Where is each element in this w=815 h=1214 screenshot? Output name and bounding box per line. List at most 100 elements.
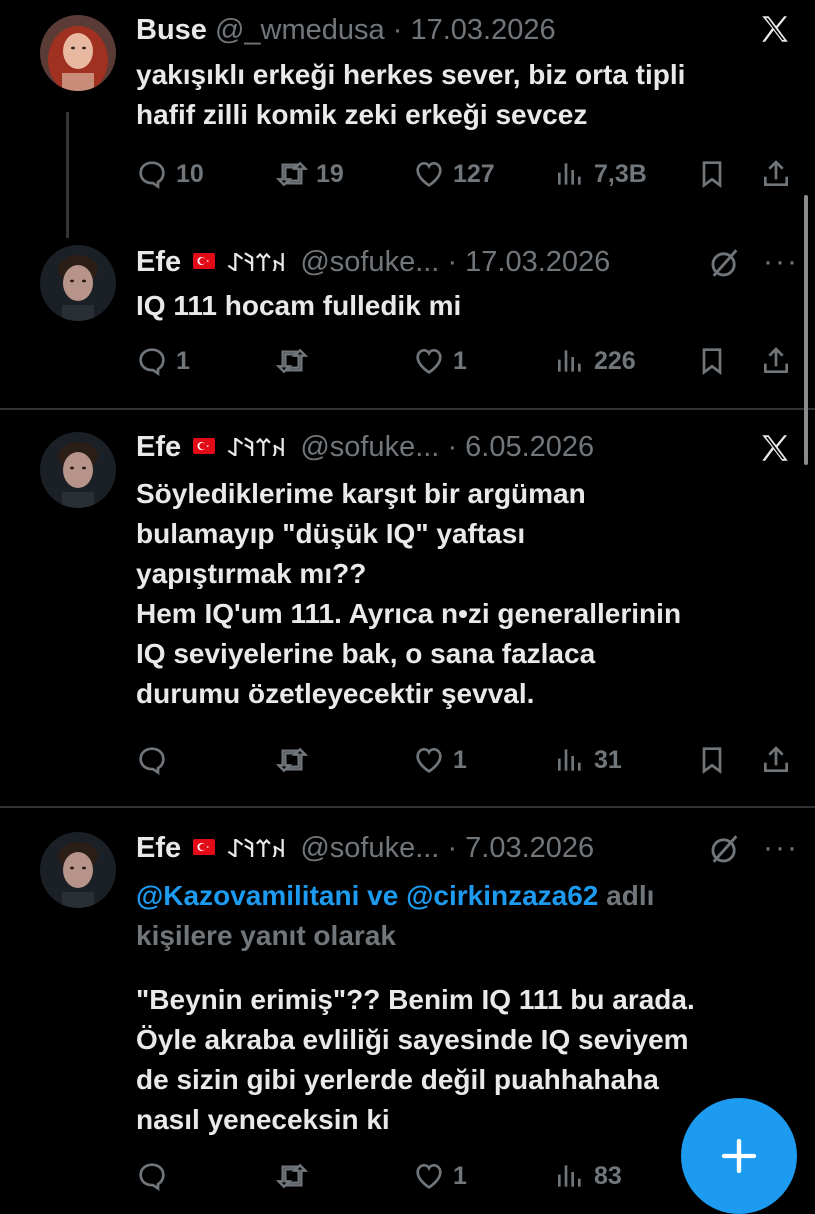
handle[interactable]: @_wmedusa	[215, 14, 385, 46]
tweet-text: Söylediklerime karşıt bir argüman bulama…	[136, 474, 681, 714]
share-button[interactable]	[760, 341, 800, 381]
views-icon	[558, 1165, 581, 1187]
tweet-text-line: de sizin gibi yerlerde değil puahhahaha	[136, 1064, 659, 1095]
like-button[interactable]: 1	[413, 341, 467, 381]
avatar-image	[40, 432, 116, 508]
like-button[interactable]: 1	[413, 740, 467, 780]
tweet-text-line: hafif zilli komik zeki erkeği sevcez	[136, 99, 588, 130]
mention-link[interactable]: @Kazovamilitani	[136, 880, 359, 911]
tweet-text-line: IQ 111 hocam fulledik mi	[136, 290, 462, 321]
handle[interactable]: @sofuke...	[300, 246, 439, 278]
display-name[interactable]: Efe	[136, 832, 181, 864]
bookmark-button[interactable]	[696, 740, 736, 780]
avatar[interactable]	[40, 432, 116, 508]
tweet-text: "Beynin erimiş"?? Benim IQ 111 bu arada.…	[136, 980, 695, 1140]
grok-icon[interactable]	[708, 832, 742, 866]
views-button[interactable]: 7,3B	[554, 154, 647, 194]
tweet-actions: 1 1 226	[136, 341, 796, 381]
bookmark-icon	[702, 348, 722, 375]
views-button[interactable]: 31	[554, 740, 622, 780]
tweet-text-line: yakışıklı erkeği herkes sever, biz orta …	[136, 59, 686, 90]
display-name[interactable]: Buse	[136, 14, 207, 46]
avatar[interactable]	[40, 832, 116, 908]
views-icon	[558, 163, 581, 185]
like-button[interactable]: 127	[413, 154, 495, 194]
heart-icon	[416, 1163, 442, 1189]
tweet-text: IQ 111 hocam fulledik mi	[136, 286, 461, 326]
handle[interactable]: @sofuke...	[300, 832, 439, 864]
reply-button[interactable]: 10	[136, 154, 204, 194]
plus-icon	[721, 1138, 757, 1174]
reply-context: @Kazovamilitani ve @cirkinzaza62 adlı ki…	[136, 876, 654, 956]
compose-button[interactable]	[681, 1098, 797, 1214]
share-icon	[764, 160, 788, 186]
reply-button[interactable]	[136, 1156, 176, 1196]
handle[interactable]: @sofuke...	[300, 431, 439, 463]
tweet-header: Efe 𐰴𐰼𐰚𐰀 @sofuke... · 6.05.2026	[136, 429, 594, 465]
scrollbar[interactable]	[804, 195, 808, 465]
more-options-icon[interactable]: ···	[763, 833, 799, 863]
separator: ·	[447, 431, 458, 463]
bookmark-button[interactable]	[696, 341, 736, 381]
tweet-text-line: nasıl yeneceksin ki	[136, 1104, 390, 1135]
grok-icon[interactable]	[708, 246, 742, 280]
retweet-icon	[276, 747, 308, 773]
tweet-header: Efe 𐰴𐰼𐰚𐰀 @sofuke... · 7.03.2026	[136, 830, 594, 866]
tweet-text-line: Öyle akraba evliliği sayesinde IQ seviye…	[136, 1024, 689, 1055]
avatar[interactable]	[40, 245, 116, 321]
display-name[interactable]: Efe	[136, 246, 181, 278]
tweet-2[interactable]: Efe 𐰴𐰼𐰚𐰀 @sofuke... · 17.03.2026 ··· IQ …	[0, 240, 815, 408]
separator: ·	[447, 832, 458, 864]
like-count: 1	[453, 1161, 467, 1190]
more-options-icon[interactable]: ···	[763, 247, 799, 277]
turkey-flag-icon	[193, 438, 216, 455]
x-logo-icon[interactable]	[758, 12, 792, 46]
tweet-1[interactable]: Buse @_wmedusa · 17.03.2026 yakışıklı er…	[0, 0, 815, 240]
separator: ·	[392, 14, 403, 46]
tweet-header: Efe 𐰴𐰼𐰚𐰀 @sofuke... · 17.03.2026	[136, 244, 610, 280]
like-button[interactable]: 1	[413, 1156, 467, 1196]
avatar-image	[40, 15, 116, 91]
retweet-button[interactable]	[276, 740, 316, 780]
reply-button[interactable]	[136, 740, 176, 780]
views-button[interactable]: 83	[554, 1156, 622, 1196]
tweet-text-line: Söylediklerime karşıt bir argüman	[136, 478, 586, 509]
avatar[interactable]	[40, 15, 116, 91]
bookmark-icon	[702, 747, 722, 774]
reply-context-suffix: adlı	[606, 880, 655, 911]
retweet-button[interactable]: 19	[276, 154, 344, 194]
runic-name: 𐰴𐰼𐰚𐰀	[227, 433, 287, 462]
share-button[interactable]	[760, 740, 800, 780]
reply-button[interactable]: 1	[136, 341, 190, 381]
tweet-date[interactable]: 17.03.2026	[465, 246, 610, 278]
reply-icon	[139, 161, 165, 190]
retweet-count: 19	[316, 159, 344, 188]
views-icon	[558, 350, 581, 372]
display-name[interactable]: Efe	[136, 431, 181, 463]
retweet-button[interactable]	[276, 1156, 316, 1196]
like-count: 1	[453, 346, 467, 375]
bookmark-button[interactable]	[696, 154, 736, 194]
tweet-date[interactable]: 17.03.2026	[410, 14, 555, 46]
tweet-text-line: "Beynin erimiş"?? Benim IQ 111 bu arada.	[136, 984, 695, 1015]
tweet-3[interactable]: Efe 𐰴𐰼𐰚𐰀 @sofuke... · 6.05.2026 Söyledik…	[0, 410, 815, 806]
share-icon	[764, 746, 788, 772]
reply-icon	[139, 348, 165, 377]
tweet-text-line: durumu özetleyecektir şevval.	[136, 678, 535, 709]
tweet-date[interactable]: 6.05.2026	[465, 431, 594, 463]
tweet-date[interactable]: 7.03.2026	[465, 832, 594, 864]
tweet-text-line: IQ seviyelerine bak, o sana fazlaca	[136, 638, 596, 669]
views-count: 31	[594, 745, 622, 774]
runic-name: 𐰴𐰼𐰚𐰀	[227, 248, 287, 277]
reply-icon	[139, 1163, 165, 1192]
share-button[interactable]	[760, 154, 800, 194]
views-button[interactable]: 226	[554, 341, 636, 381]
retweet-icon	[276, 161, 308, 187]
avatar-image	[40, 245, 116, 321]
mention-link[interactable]: @cirkinzaza62	[406, 880, 598, 911]
reply-count: 10	[176, 159, 204, 188]
x-logo-icon[interactable]	[758, 431, 792, 465]
tweet-actions: 10 19 127 7,3B	[136, 154, 796, 194]
retweet-button[interactable]	[276, 341, 316, 381]
bookmark-icon	[702, 161, 722, 188]
